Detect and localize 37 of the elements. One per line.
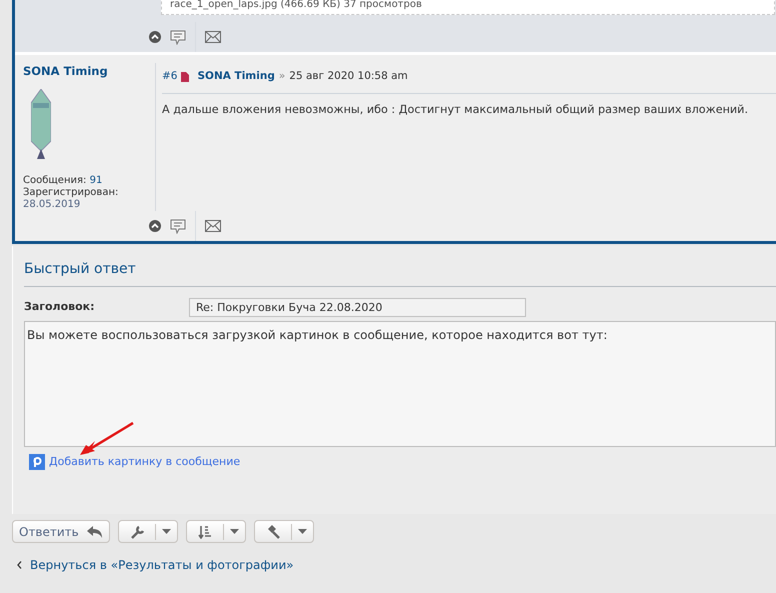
wrench-menu-button[interactable]	[118, 520, 178, 543]
quote-icon[interactable]	[170, 30, 186, 44]
separator-mark: »	[278, 69, 286, 84]
registered-date: 28.05.2019	[23, 199, 82, 212]
message-field[interactable]: Вы можете воспользоваться загрузкой картинок в сообщение, которое находится вот тут:	[24, 321, 776, 447]
back-link[interactable]: Вернуться в «Результаты и фотографии»	[30, 556, 294, 574]
envelope-icon[interactable]	[205, 31, 221, 43]
envelope-icon[interactable]	[205, 220, 221, 232]
upload-link[interactable]: Добавить картинку в сообщение	[49, 454, 240, 470]
sort-menu-button[interactable]	[186, 520, 246, 543]
scroll-up-icon[interactable]	[149, 31, 161, 43]
registered-label: Зарегистрирован:	[23, 187, 120, 200]
caret-icon	[162, 529, 171, 534]
post-number[interactable]: #6	[162, 69, 178, 85]
sort-icon	[198, 524, 212, 538]
caret-icon	[298, 529, 307, 534]
posts-count[interactable]: 91	[90, 175, 102, 186]
post-author[interactable]: SONA Timing	[197, 69, 275, 85]
author-name[interactable]: SONA Timing	[23, 63, 155, 80]
arrow-annotation	[78, 420, 136, 458]
subject-field[interactable]: Re: Покруговки Буча 22.08.2020	[189, 298, 526, 317]
subject-label: Заголовок:	[24, 299, 96, 316]
post-text: А дальше вложения невозможны, ибо : Достигнут максимальный общий размер ваших вложений.	[162, 102, 750, 118]
reply-button[interactable]: Ответить	[12, 520, 110, 543]
document-icon	[181, 72, 190, 82]
caret-icon	[230, 529, 239, 534]
reply-arrow-icon	[86, 526, 103, 538]
upload-icon[interactable]	[29, 454, 45, 470]
hammer-icon	[266, 524, 280, 538]
wrench-icon	[130, 524, 144, 538]
posts-label: Сообщения:	[23, 175, 86, 186]
quote-icon[interactable]	[170, 218, 186, 234]
post-date: 25 авг 2020 10:58 am	[289, 69, 408, 84]
scroll-up-icon[interactable]	[149, 220, 161, 232]
chevron-left-icon[interactable]	[17, 561, 22, 569]
quick-reply-title: Быстрый ответ	[24, 259, 776, 287]
hammer-menu-button[interactable]	[254, 520, 314, 543]
